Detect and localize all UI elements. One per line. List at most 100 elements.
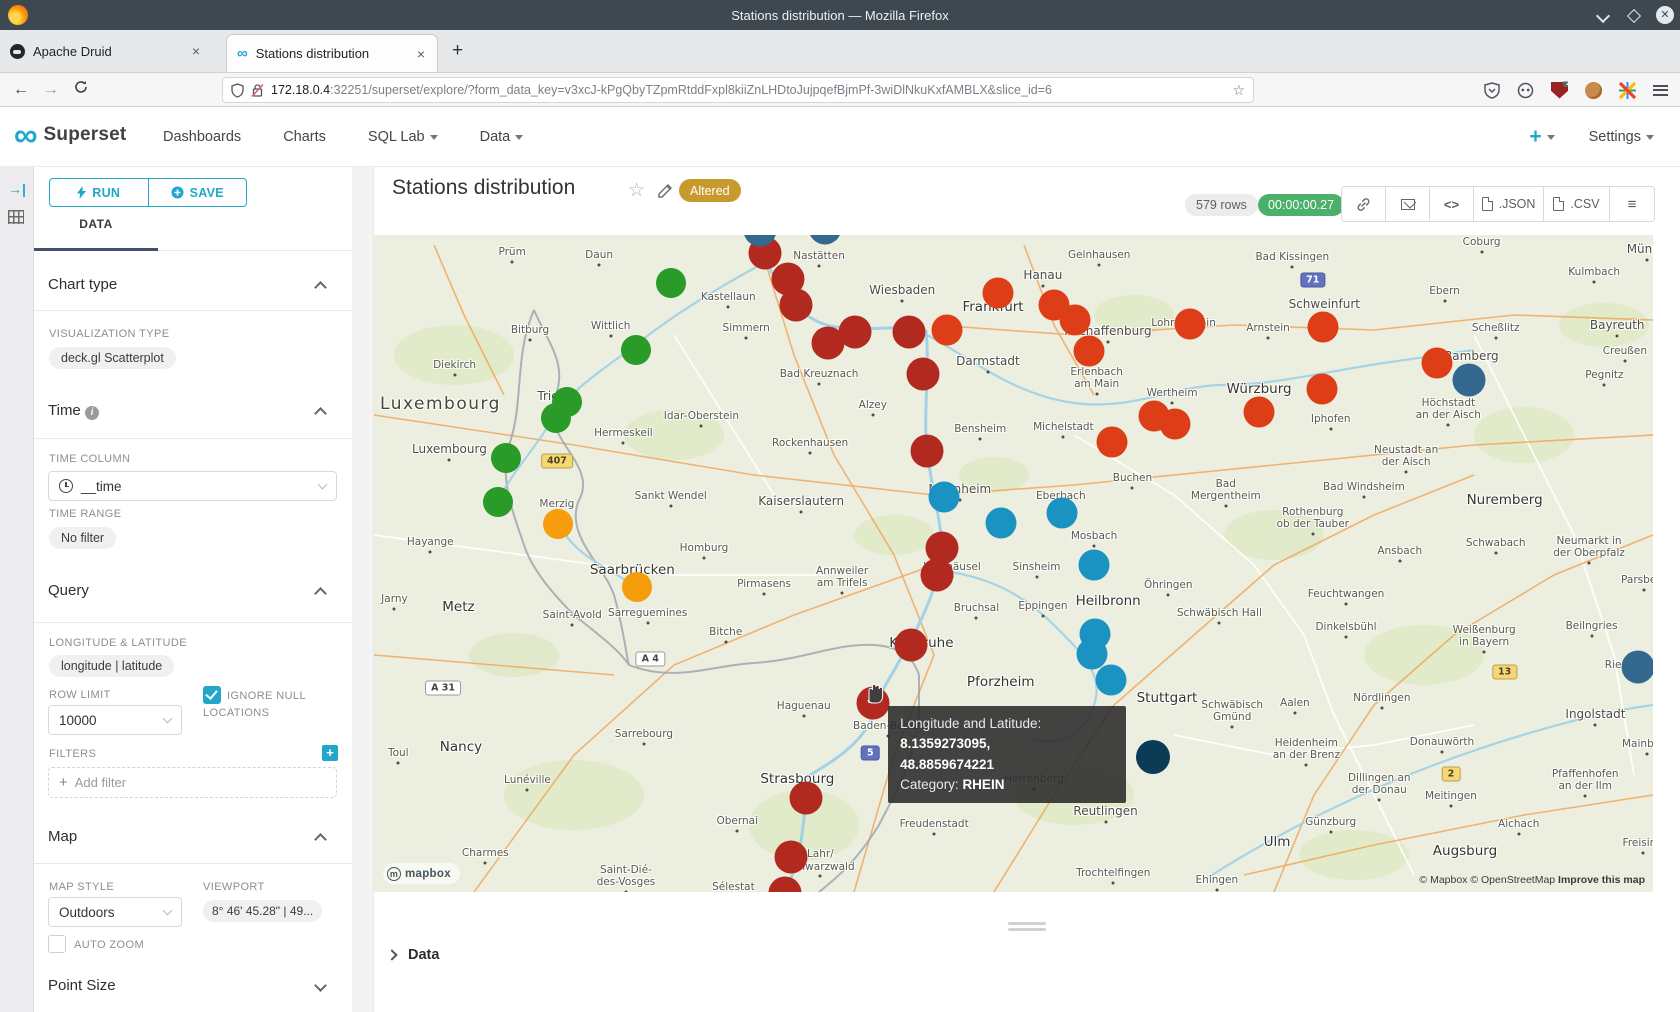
tab-apache-druid[interactable]: Apache Druid × [0, 30, 212, 72]
map-data-point-green[interactable] [541, 403, 571, 433]
section-map[interactable]: Map [48, 828, 77, 845]
tab-close-icon[interactable]: × [190, 43, 202, 59]
data-panel-header[interactable]: Data [388, 947, 439, 963]
map-data-point-steel-blue[interactable] [1452, 363, 1485, 396]
map-data-point-dark-navy[interactable] [1136, 740, 1170, 774]
map-data-point-orange-red[interactable] [1306, 374, 1337, 405]
map-data-point-green[interactable] [491, 443, 521, 473]
panel-drag-handle[interactable] [1008, 922, 1046, 934]
ublock-icon[interactable]: 2 [1551, 82, 1568, 99]
chevron-down-icon[interactable] [314, 979, 327, 992]
map-data-point-cyan[interactable] [1047, 497, 1078, 528]
edit-icon[interactable] [658, 183, 673, 198]
section-time[interactable]: Time i [48, 402, 99, 420]
settings-menu[interactable]: Settings [1589, 129, 1654, 145]
row-limit-select[interactable]: 10000 [48, 705, 182, 735]
export-json-button[interactable]: .JSON [1474, 187, 1544, 221]
more-options-button[interactable]: ≡ [1610, 187, 1654, 221]
map-data-point-cyan[interactable] [1079, 549, 1110, 580]
superset-logo[interactable]: ∞ Superset [14, 120, 126, 150]
tab-close-icon[interactable]: × [415, 46, 427, 62]
copy-link-button[interactable] [1342, 187, 1386, 221]
map-data-point-dark-red[interactable] [892, 315, 925, 348]
mapbox-logo[interactable]: m mapbox [383, 863, 460, 884]
window-close-button[interactable]: ✕ [1656, 6, 1674, 24]
new-tab-button[interactable]: + [438, 30, 477, 72]
map-data-point-dark-red[interactable] [920, 559, 953, 592]
section-point-size[interactable]: Point Size [48, 977, 116, 994]
map-data-point-dark-red[interactable] [910, 435, 943, 468]
section-chart-type[interactable]: Chart type [48, 276, 117, 293]
viewport-value[interactable]: 8° 46' 45.28" | 49... [203, 900, 322, 922]
map-data-point-dark-red[interactable] [895, 628, 928, 661]
url-bar[interactable]: 172.18.0.4:32251/superset/explore/?form_… [222, 77, 1254, 103]
lock-disabled-icon[interactable] [251, 83, 264, 98]
map-data-point-orange-red[interactable] [1073, 335, 1104, 366]
add-filter-box[interactable]: + Add filter [48, 767, 337, 798]
map-data-point-orange[interactable] [622, 572, 652, 602]
map-data-point-orange-red[interactable] [1175, 309, 1206, 340]
embed-code-button[interactable]: <> [1430, 187, 1474, 221]
ignore-null-checkbox[interactable] [203, 686, 221, 704]
add-new-button[interactable]: + [1529, 125, 1554, 149]
datasource-grid-icon[interactable] [8, 210, 24, 224]
map-data-point-dark-red[interactable] [774, 840, 807, 873]
time-column-select[interactable]: __time [48, 471, 337, 501]
menu-icon[interactable] [1653, 85, 1668, 96]
pocket-icon[interactable] [1484, 82, 1500, 99]
nav-data[interactable]: Data [480, 129, 524, 145]
map-canvas[interactable]: Longitude and Latitude: 8.1359273095, 48… [374, 235, 1653, 892]
map-data-point-dark-red[interactable] [790, 782, 823, 815]
chevron-up-icon[interactable] [314, 281, 327, 294]
back-button[interactable]: ← [6, 81, 36, 99]
add-filter-plus-button[interactable]: + [322, 745, 338, 761]
shield-icon[interactable] [231, 83, 244, 98]
favorite-star-icon[interactable]: ☆ [628, 179, 645, 202]
tab-data[interactable]: DATA [34, 217, 158, 231]
auto-zoom-checkbox[interactable] [48, 935, 66, 953]
map-data-point-orange-red[interactable] [1059, 305, 1090, 336]
section-query[interactable]: Query [48, 582, 89, 599]
panel-resize-gutter[interactable] [352, 167, 374, 1012]
chevron-up-icon[interactable] [314, 587, 327, 600]
lonlat-value[interactable]: longitude | latitude [49, 655, 174, 677]
map-data-point-dark-red[interactable] [838, 315, 871, 348]
window-minimize-button[interactable] [1596, 8, 1610, 22]
window-maximize-button[interactable] [1626, 8, 1640, 22]
improve-map-link[interactable]: Improve this map [1558, 874, 1645, 886]
save-button[interactable]: SAVE [148, 179, 247, 206]
extension-icon[interactable] [1619, 82, 1636, 99]
map-data-point-green[interactable] [656, 268, 686, 298]
viz-type-value[interactable]: deck.gl Scatterplot [49, 347, 176, 369]
map-data-point-orange-red[interactable] [1308, 311, 1339, 342]
nav-sql-lab[interactable]: SQL Lab [368, 129, 438, 145]
cookie-extension-icon[interactable] [1585, 82, 1602, 99]
map-data-point-cyan[interactable] [1076, 638, 1107, 669]
collapse-panel-icon[interactable]: →| [8, 181, 26, 197]
map-data-point-orange-red[interactable] [1244, 397, 1275, 428]
nav-charts[interactable]: Charts [283, 129, 326, 145]
map-data-point-green[interactable] [483, 487, 513, 517]
tab-stations-distribution[interactable]: ∞ Stations distribution × [226, 34, 438, 72]
time-range-value[interactable]: No filter [49, 527, 116, 549]
email-button[interactable] [1386, 187, 1430, 221]
map-data-point-orange-red[interactable] [931, 315, 962, 346]
map-data-point-orange-red[interactable] [1421, 348, 1452, 379]
map-data-point-dark-red[interactable] [780, 289, 813, 322]
chevron-up-icon[interactable] [314, 833, 327, 846]
map-data-point-cyan[interactable] [1095, 665, 1126, 696]
map-data-point-orange-red[interactable] [983, 278, 1014, 309]
map-data-point-cyan[interactable] [985, 507, 1016, 538]
map-data-point-steel-blue[interactable] [1621, 651, 1653, 684]
map-data-point-orange[interactable] [543, 509, 573, 539]
privacy-mask-icon[interactable] [1517, 82, 1534, 99]
bookmark-star-icon[interactable]: ☆ [1232, 82, 1245, 99]
export-csv-button[interactable]: .CSV [1544, 187, 1610, 221]
forward-button[interactable]: → [36, 81, 66, 99]
map-style-select[interactable]: Outdoors [48, 897, 182, 927]
map-data-point-green[interactable] [621, 335, 651, 365]
map-data-point-dark-red[interactable] [906, 358, 939, 391]
map-data-point-orange-red[interactable] [1096, 426, 1127, 457]
reload-button[interactable] [66, 80, 96, 99]
map-data-point-orange-red[interactable] [1159, 409, 1190, 440]
